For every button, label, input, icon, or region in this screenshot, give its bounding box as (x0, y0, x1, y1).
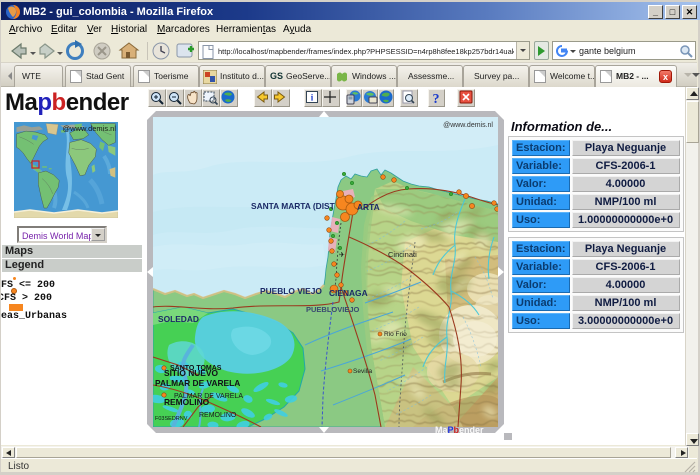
svg-text:?: ? (433, 92, 440, 107)
svg-text:SOLEDAD: SOLEDAD (158, 314, 199, 324)
svg-text:SANTO TOMAS: SANTO TOMAS (170, 365, 222, 372)
svg-text:CIENAGA: CIENAGA (329, 288, 368, 298)
svg-text:F03SEDRNV: F03SEDRNV (155, 416, 188, 422)
svg-text:@www.demis.nl: @www.demis.nl (443, 122, 493, 129)
svg-text:REMOLINO: REMOLINO (199, 412, 237, 419)
svg-text:Rio Frio: Rio Frio (384, 331, 407, 338)
svg-text:PALMAR DE VARELA: PALMAR DE VARELA (174, 393, 243, 400)
svg-text:@www.demis.nl: @www.demis.nl (63, 124, 117, 133)
svg-text:PUEBLO VIEJO: PUEBLO VIEJO (260, 286, 322, 296)
svg-text:PALMAR DE VARELA: PALMAR DE VARELA (155, 378, 240, 388)
svg-text:Cincinati: Cincinati (388, 250, 417, 259)
svg-text:✈: ✈ (339, 252, 345, 259)
svg-text:SANTA MARTA (DIST: SANTA MARTA (DIST (251, 201, 336, 211)
svg-text:PUEBLOVIEJO: PUEBLOVIEJO (306, 305, 360, 314)
svg-text:Sevilla: Sevilla (353, 368, 373, 375)
svg-text:ARTA: ARTA (357, 202, 380, 212)
